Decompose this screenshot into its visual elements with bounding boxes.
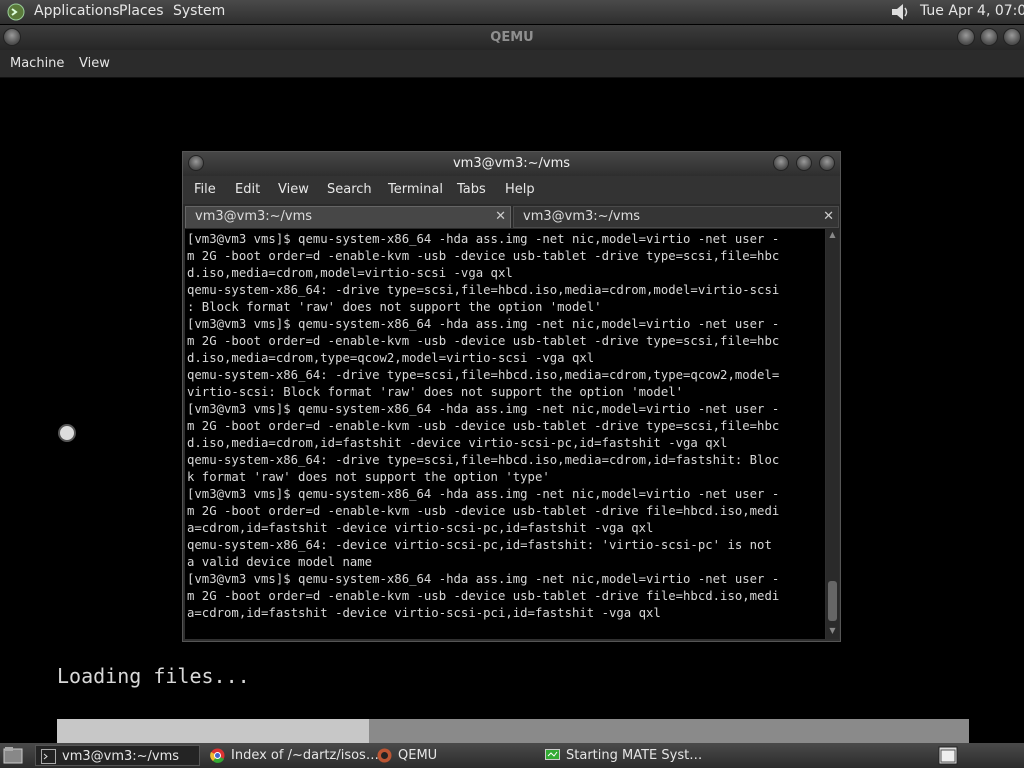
edit-menu[interactable]: Edit [235,182,260,197]
scroll-up-icon[interactable]: ▲ [828,230,837,239]
terminal-line: a=cdrom,id=fastshit -device virtio-scsi-… [187,521,654,535]
qemu-icon [377,748,392,763]
minimize-button[interactable] [957,28,975,46]
loading-text: Loading files... [57,664,250,688]
bottom-panel: vm3@vm3:~/vms Index of /~dartz/isos… QEM… [0,743,1024,768]
terminal-line: a valid device model name [187,555,373,569]
task-mate[interactable]: Starting MATE Syst… [540,745,710,766]
terminal-line: qemu-system-x86_64: -drive type=scsi,fil… [187,283,780,297]
mate-logo-icon[interactable] [6,2,26,22]
terminal-line: [vm3@vm3 vms]$ qemu-system-x86_64 -hda a… [187,487,780,501]
terminal-line: m 2G -boot order=d -enable-kvm -usb -dev… [187,249,780,263]
terminal-line: [vm3@vm3 vms]$ qemu-system-x86_64 -hda a… [187,572,780,586]
terminal-line: virtio-scsi: Block format 'raw' does not… [187,385,684,399]
system-menu[interactable]: System [173,3,225,19]
terminal-line: a=cdrom,id=fastshit -device virtio-scsi-… [187,606,661,620]
tab-2[interactable]: vm3@vm3:~/vms ✕ [513,206,839,228]
terminal-title: vm3@vm3:~/vms [452,156,571,171]
qemu-titlebar[interactable]: QEMU [0,25,1024,50]
tab-1-close-icon[interactable]: ✕ [495,207,506,227]
terminal-line: k format 'raw' does not support the opti… [187,470,550,484]
task-browser[interactable]: Index of /~dartz/isos… [205,745,379,766]
scrollbar-thumb[interactable] [828,581,837,621]
scroll-down-icon[interactable]: ▼ [828,626,837,635]
task-qemu[interactable]: QEMU [372,745,532,766]
terminal-close-button[interactable] [819,155,835,171]
busy-cursor-icon [58,424,76,442]
terminal-line: : Block format 'raw' does not support th… [187,300,602,314]
monitor-icon [545,749,560,760]
terminal-window: vm3@vm3:~/vms File Edit View Search Term… [182,151,841,642]
qemu-window-title: QEMU [490,30,534,45]
terminal-menubar: File Edit View Search Terminal Tabs Help [183,176,840,204]
terminal-line: [vm3@vm3 vms]$ qemu-system-x86_64 -hda a… [187,232,780,246]
terminal-icon [41,749,56,764]
terminal-line: m 2G -boot order=d -enable-kvm -usb -dev… [187,334,780,348]
task-browser-label: Index of /~dartz/isos… [231,748,379,763]
terminal-line: m 2G -boot order=d -enable-kvm -usb -dev… [187,504,780,518]
terminal-line: qemu-system-x86_64: -drive type=scsi,fil… [187,368,780,382]
terminal-line: [vm3@vm3 vms]$ qemu-system-x86_64 -hda a… [187,317,780,331]
window-menu-button[interactable] [3,28,21,46]
tab-2-close-icon[interactable]: ✕ [823,207,834,227]
terminal-line: d.iso,media=cdrom,id=fastshit -device vi… [187,436,728,450]
terminal-tab-bar: vm3@vm3:~/vms ✕ vm3@vm3:~/vms ✕ [183,204,840,229]
qemu-menubar: Machine View [0,50,1024,78]
chrome-icon [210,748,225,763]
search-menu[interactable]: Search [327,182,372,197]
loading-progress-bar [57,719,969,743]
terminal-titlebar[interactable]: vm3@vm3:~/vms [183,152,840,176]
file-menu[interactable]: File [194,182,216,197]
task-terminal-label: vm3@vm3:~/vms [62,749,180,764]
applications-menu[interactable]: Applications [34,3,120,19]
terminal-line: [vm3@vm3 vms]$ qemu-system-x86_64 -hda a… [187,402,780,416]
terminal-line: d.iso,media=cdrom,type=qcow2,model=virti… [187,351,595,365]
clock[interactable]: Tue Apr 4, 07:02 [920,3,1024,19]
task-qemu-label: QEMU [398,748,438,763]
terminal-minimize-button[interactable] [773,155,789,171]
tab-1[interactable]: vm3@vm3:~/vms ✕ [185,206,511,228]
view-menu[interactable]: View [79,56,110,71]
terminal-scrollbar[interactable]: ▲ ▼ [826,229,839,639]
machine-menu[interactable]: Machine [10,56,64,71]
show-desktop-icon[interactable] [3,746,23,765]
maximize-button[interactable] [980,28,998,46]
terminal-menu[interactable]: Terminal [388,182,443,197]
terminal-maximize-button[interactable] [796,155,812,171]
help-menu[interactable]: Help [505,182,535,197]
view-menu[interactable]: View [278,182,309,197]
top-panel: Applications Places System Tue Apr 4, 07… [0,0,1024,24]
terminal-line: m 2G -boot order=d -enable-kvm -usb -dev… [187,419,780,433]
workspace-switcher-icon[interactable] [938,746,958,765]
loading-progress-fill [57,719,369,743]
terminal-output[interactable]: [vm3@vm3 vms]$ qemu-system-x86_64 -hda a… [185,229,825,639]
terminal-line: m 2G -boot order=d -enable-kvm -usb -dev… [187,589,780,603]
terminal-window-menu-button[interactable] [188,155,204,171]
places-menu[interactable]: Places [119,3,164,19]
task-terminal[interactable]: vm3@vm3:~/vms [35,745,200,766]
volume-icon[interactable] [889,2,911,22]
close-button[interactable] [1003,28,1021,46]
terminal-line: d.iso,media=cdrom,model=virtio-scsi -vga… [187,266,513,280]
tabs-menu[interactable]: Tabs [457,182,486,197]
tab-2-label: vm3@vm3:~/vms [523,209,641,224]
terminal-line: qemu-system-x86_64: -drive type=scsi,fil… [187,453,780,467]
task-mate-label: Starting MATE Syst… [566,748,703,763]
tab-1-label: vm3@vm3:~/vms [195,209,313,224]
terminal-line: qemu-system-x86_64: -device virtio-scsi-… [187,538,772,552]
